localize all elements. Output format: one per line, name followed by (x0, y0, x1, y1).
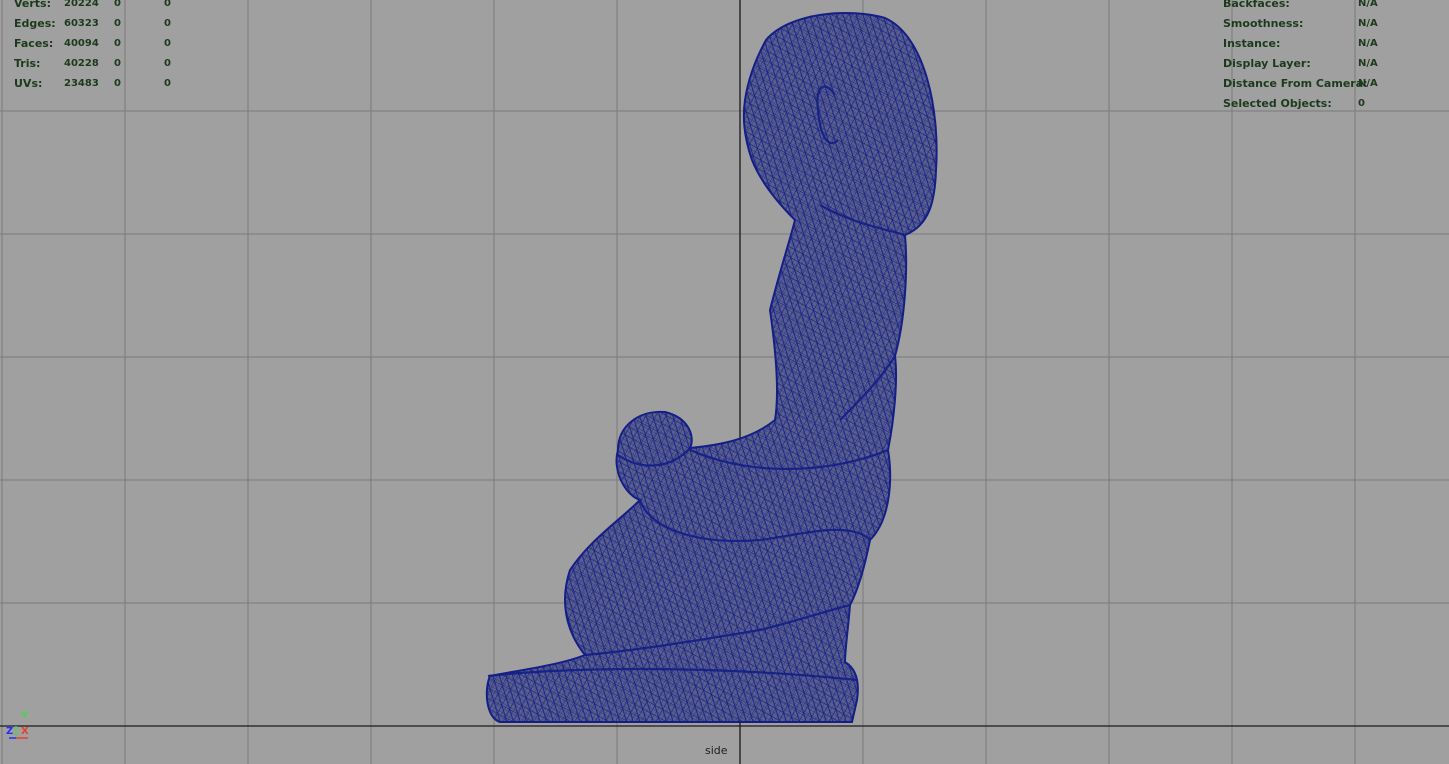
info-value: N/A (1358, 18, 1378, 29)
info-value: N/A (1358, 78, 1378, 89)
kneeling-statue-wireframe-icon[interactable] (485, 12, 938, 723)
stats-selected: 0 (114, 58, 121, 69)
stats-highlighted: 0 (164, 0, 171, 9)
stats-highlighted: 0 (164, 58, 171, 69)
viewport-grid (0, 0, 1449, 764)
stats-highlighted: 0 (164, 18, 171, 29)
stats-highlighted: 0 (164, 38, 171, 49)
info-label: Display Layer: (1223, 57, 1311, 70)
info-value: N/A (1358, 58, 1378, 69)
info-value: N/A (1358, 0, 1378, 9)
info-row: Distance From Camera: N/A (1223, 74, 1443, 94)
info-row: Smoothness: N/A (1223, 14, 1443, 34)
info-label: Smoothness: (1223, 17, 1304, 30)
stats-selected: 0 (114, 78, 121, 89)
info-row: Backfaces: N/A (1223, 0, 1443, 14)
stats-label: Faces: (14, 37, 54, 50)
stats-label: Tris: (14, 57, 41, 70)
stats-row: Edges: 60323 0 0 (14, 14, 214, 34)
info-value: 0 (1358, 98, 1365, 109)
info-row: Display Layer: N/A (1223, 54, 1443, 74)
object-info-hud: Backfaces: N/A Smoothness: N/A Instance: N/A D… (1223, 0, 1443, 114)
axis-x-label: X (21, 726, 29, 737)
camera-name-label: side (705, 744, 728, 757)
stats-label: Verts: (14, 0, 52, 10)
stats-label: UVs: (14, 77, 43, 90)
stats-selected: 0 (114, 0, 121, 9)
stats-row: Tris: 40228 0 0 (14, 54, 214, 74)
stats-total: 40094 (64, 38, 99, 49)
stats-row: Faces: 40094 0 0 (14, 34, 214, 54)
info-row: Selected Objects: 0 (1223, 94, 1443, 114)
axis-y-label: Y (21, 710, 29, 721)
stats-total: 20224 (64, 0, 99, 9)
info-label: Selected Objects: (1223, 97, 1332, 110)
info-value: N/A (1358, 38, 1378, 49)
info-label: Instance: (1223, 37, 1281, 50)
info-label: Backfaces: (1223, 0, 1290, 10)
stats-total: 40228 (64, 58, 99, 69)
side-viewport[interactable]: Verts: 20224 0 0 Edges: 60323 0 0 Faces: 40094 0 0 T… (0, 0, 1449, 764)
info-row: Instance: N/A (1223, 34, 1443, 54)
stats-total: 23483 (64, 78, 99, 89)
axis-gizmo: Y Z X (4, 710, 34, 744)
stats-label: Edges: (14, 17, 56, 30)
stats-selected: 0 (114, 18, 121, 29)
axis-z-label: Z (6, 726, 14, 737)
stats-total: 60323 (64, 18, 99, 29)
info-label: Distance From Camera: (1223, 77, 1368, 90)
poly-count-hud: Verts: 20224 0 0 Edges: 60323 0 0 Faces: 40094 0 0 T… (14, 0, 214, 94)
stats-selected: 0 (114, 38, 121, 49)
stats-row: UVs: 23483 0 0 (14, 74, 214, 94)
stats-highlighted: 0 (164, 78, 171, 89)
stats-row: Verts: 20224 0 0 (14, 0, 214, 14)
